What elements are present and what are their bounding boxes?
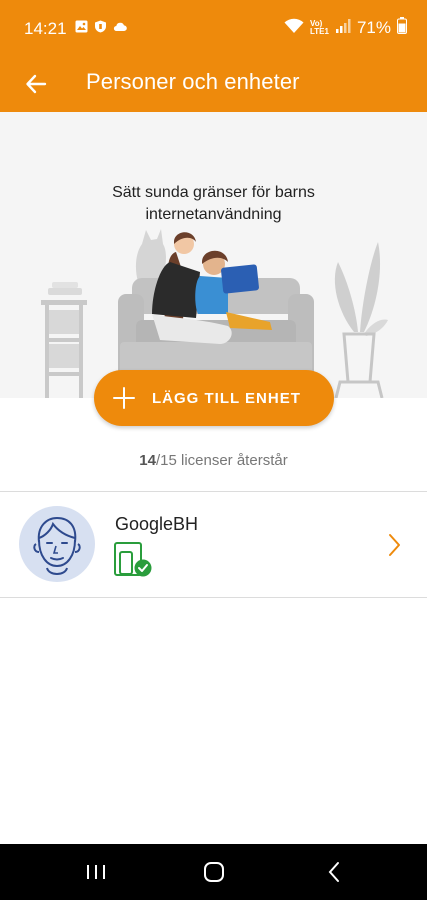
page-title: Personer och enheter	[86, 69, 300, 94]
license-text: /15 licenser återstår	[155, 452, 288, 469]
arrow-left-icon	[26, 74, 47, 94]
person-name: GoogleBH	[115, 514, 199, 534]
avatar	[19, 506, 95, 582]
chevron-right-icon	[389, 534, 400, 556]
cloud-icon	[113, 20, 127, 33]
battery-percent: 71%	[356, 18, 391, 37]
license-count: 14/15 licenser återstår	[0, 452, 427, 469]
divider-bottom	[0, 597, 427, 598]
wifi-icon	[284, 18, 304, 39]
face-icon	[33, 516, 81, 575]
shield-icon	[94, 20, 107, 33]
system-nav-bar	[0, 844, 427, 900]
home-button[interactable]	[194, 858, 234, 886]
network-type: Vo) LTE1	[310, 20, 329, 36]
gallery-icon	[75, 20, 88, 33]
device-protected-icon	[114, 542, 152, 577]
recent-apps-icon	[87, 865, 105, 879]
plus-icon	[113, 387, 135, 409]
status-time: 14:21	[24, 19, 67, 38]
hero-text-line-1: Sätt sunda gränser för barns	[112, 184, 315, 201]
notification-icons	[75, 20, 127, 33]
home-icon	[204, 862, 224, 882]
battery-icon	[397, 17, 407, 39]
hero-text: Sätt sunda gränser för barns internetanv…	[0, 182, 427, 226]
app-bar: Personer och enheter	[0, 56, 427, 112]
person-row[interactable]: GoogleBH	[0, 492, 427, 597]
status-right: Vo) LTE1 71%	[284, 17, 407, 39]
add-device-label: LÄGG TILL ENHET	[152, 389, 301, 407]
license-used: 14	[139, 452, 156, 469]
recent-apps-button[interactable]	[76, 858, 116, 886]
back-nav-button[interactable]	[314, 858, 354, 886]
add-device-button[interactable]: LÄGG TILL ENHET	[94, 370, 334, 426]
status-bar: 14:21 Vo) LTE1 71%	[0, 0, 427, 56]
network-label-2: LTE1	[310, 27, 329, 36]
back-button[interactable]	[18, 66, 54, 102]
back-nav-icon	[328, 862, 339, 882]
signal-icon	[335, 18, 351, 39]
hero-banner: Sätt sunda gränser för barns internetanv…	[0, 112, 427, 398]
